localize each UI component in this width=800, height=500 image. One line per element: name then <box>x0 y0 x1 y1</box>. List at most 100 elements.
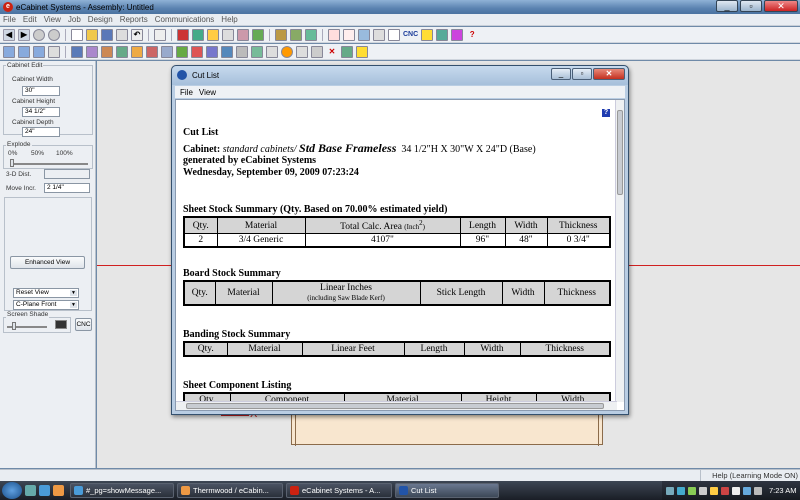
volume-icon[interactable] <box>754 486 762 495</box>
document-icon[interactable] <box>343 28 355 41</box>
taskbar-item-ecabinet[interactable]: eCabinet Systems - A... <box>286 483 392 498</box>
tray-arrow-icon[interactable] <box>666 486 674 495</box>
cut-list-titlebar[interactable]: Cut List _ ▫ ✕ <box>172 66 628 85</box>
assembly-icon[interactable] <box>290 28 302 41</box>
media-icon[interactable] <box>53 485 64 496</box>
report-horizontal-scrollbar[interactable] <box>176 401 617 410</box>
tray-app-icon[interactable] <box>743 486 751 495</box>
color-icon[interactable] <box>192 28 204 41</box>
report-help-icon[interactable]: ? <box>602 109 610 117</box>
measure-icon[interactable] <box>421 28 434 41</box>
grid-icon[interactable] <box>222 28 234 41</box>
cut-list-close-button[interactable]: ✕ <box>593 68 625 80</box>
texture-icon[interactable] <box>131 45 143 58</box>
main-icon[interactable] <box>71 45 83 58</box>
cabinet-height-field[interactable]: 34 1/2" <box>22 107 60 117</box>
cabinet-depth-field[interactable]: 24" <box>22 127 60 137</box>
taskbar-item-thermwood[interactable]: Thermwood / eCabin... <box>177 483 283 498</box>
cut-list-minimize-button[interactable]: _ <box>551 68 571 80</box>
show-desktop-icon[interactable] <box>25 485 36 496</box>
cabinet-width-field[interactable]: 30" <box>22 86 60 96</box>
save-icon[interactable] <box>101 28 113 41</box>
assign-icon[interactable] <box>341 45 353 58</box>
tray-app-icon[interactable] <box>721 486 729 495</box>
cut-list-maximize-button[interactable]: ▫ <box>572 68 592 80</box>
part-list-icon[interactable] <box>251 45 263 58</box>
copy-icon[interactable] <box>388 28 400 41</box>
report-vertical-scrollbar[interactable] <box>615 100 624 402</box>
joint-icon[interactable] <box>221 45 233 58</box>
drawer-icon[interactable] <box>161 45 173 58</box>
sort-icon[interactable] <box>154 28 166 41</box>
pages-icon[interactable] <box>373 28 385 41</box>
parts-icon[interactable] <box>275 28 287 41</box>
start-button[interactable] <box>2 482 22 499</box>
table-icon[interactable] <box>236 45 248 58</box>
explode-slider-thumb[interactable] <box>10 159 14 167</box>
material-icon[interactable] <box>237 28 249 41</box>
menu-design[interactable]: Design <box>88 15 113 24</box>
rows-icon[interactable] <box>311 45 323 58</box>
line-icon[interactable] <box>266 45 278 58</box>
taskbar-item-browser[interactable]: #_pg=showMessage... <box>70 483 174 498</box>
solid-icon[interactable] <box>101 45 113 58</box>
wireframe-icon[interactable] <box>86 45 98 58</box>
cnc-toolbar-button[interactable]: CNC <box>403 31 418 38</box>
tray-app-icon[interactable] <box>699 486 707 495</box>
tool-icon[interactable] <box>281 45 293 58</box>
enhanced-view-button[interactable]: Enhanced View <box>10 256 85 269</box>
report-icon[interactable] <box>328 28 340 41</box>
view-side-icon[interactable] <box>33 45 45 58</box>
menu-view[interactable]: View <box>44 15 61 24</box>
tray-app-icon[interactable] <box>732 486 740 495</box>
cplane-select[interactable]: C-Plane Front ▼ <box>13 300 79 310</box>
vertical-scroll-thumb[interactable] <box>617 110 623 195</box>
cut-icon[interactable] <box>356 45 368 58</box>
menu-reports[interactable]: Reports <box>120 15 148 24</box>
explode-slider-track[interactable] <box>10 163 88 165</box>
menu-edit[interactable]: Edit <box>23 15 37 24</box>
menu-help[interactable]: Help <box>221 15 237 24</box>
shade-swatch-icon[interactable] <box>55 320 67 329</box>
panel-icon[interactable] <box>252 28 264 41</box>
chart-icon[interactable] <box>358 28 370 41</box>
menu-job[interactable]: Job <box>68 15 81 24</box>
view-front-icon[interactable] <box>3 45 15 58</box>
network-icon[interactable] <box>677 486 685 495</box>
shelf-icon[interactable] <box>176 45 188 58</box>
menu-communications[interactable]: Communications <box>155 15 215 24</box>
hardware-icon[interactable] <box>191 45 203 58</box>
close-button[interactable]: ✕ <box>764 0 798 12</box>
settings-icon[interactable] <box>451 28 464 41</box>
screen-icon[interactable] <box>436 28 449 41</box>
minimize-button[interactable]: _ <box>716 0 738 12</box>
insert-icon[interactable] <box>206 45 218 58</box>
cut-list-menu-file[interactable]: File <box>180 88 193 97</box>
view-iso-icon[interactable] <box>48 45 60 58</box>
columns-icon[interactable] <box>296 45 308 58</box>
layout-icon[interactable] <box>305 28 317 41</box>
help-question-icon[interactable]: ? <box>466 29 478 41</box>
delete-icon[interactable]: ✕ <box>326 46 338 58</box>
view-top-icon[interactable] <box>18 45 30 58</box>
maximize-button[interactable]: ▫ <box>740 0 762 12</box>
3d-dist-field[interactable] <box>44 169 90 179</box>
reset-view-select[interactable]: Reset View ▼ <box>13 288 79 298</box>
edit-icon[interactable] <box>207 28 219 41</box>
tray-app-icon[interactable] <box>688 486 696 495</box>
taskbar-item-cut-list[interactable]: Cut List <box>395 483 499 498</box>
screen-shade-slider-thumb[interactable] <box>12 322 16 330</box>
cabinet-icon[interactable] <box>177 28 189 41</box>
stop-icon[interactable] <box>33 28 45 41</box>
open-folder-icon[interactable] <box>86 28 98 41</box>
door-icon[interactable] <box>146 45 158 58</box>
print-icon[interactable] <box>116 28 128 41</box>
menu-file[interactable]: File <box>3 15 16 24</box>
cnc-button[interactable]: CNC <box>75 318 92 331</box>
ie-icon[interactable] <box>39 485 50 496</box>
horizontal-scroll-thumb[interactable] <box>186 403 604 409</box>
shade-icon[interactable] <box>116 45 128 58</box>
refresh-icon[interactable] <box>48 28 60 41</box>
move-incr-field[interactable]: 2 1/4" <box>44 183 90 193</box>
tray-app-icon[interactable] <box>710 486 718 495</box>
